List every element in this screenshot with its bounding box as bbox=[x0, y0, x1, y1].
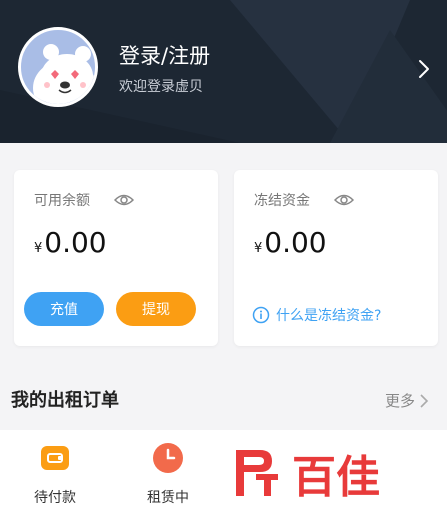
frozen-funds-info-text[interactable]: 什么是冻结资金? bbox=[276, 305, 381, 325]
more-orders-link[interactable]: 更多 bbox=[385, 391, 429, 411]
order-renting-label: 租赁中 bbox=[147, 490, 189, 506]
frozen-funds-card: 冻结资金 ¥0.00 什么是冻结资金? bbox=[234, 170, 438, 346]
avatar[interactable] bbox=[18, 27, 98, 107]
header-decor bbox=[330, 30, 447, 143]
eye-icon[interactable] bbox=[114, 192, 134, 208]
order-pending-payment-label: 待付款 bbox=[34, 490, 76, 506]
welcome-text: 欢迎登录虚贝 bbox=[119, 79, 203, 95]
order-pending-payment[interactable]: 待付款 bbox=[14, 430, 104, 519]
profile-header[interactable]: 登录/注册 欢迎登录虚贝 bbox=[0, 0, 447, 143]
available-balance-card: 可用余额 ¥0.00 充值 提现 bbox=[14, 170, 218, 346]
clock-icon bbox=[153, 443, 183, 473]
baijia-watermark-logo: 百佳 bbox=[236, 450, 380, 503]
frozen-funds-info-link[interactable]: 什么是冻结资金? bbox=[252, 305, 381, 325]
rental-orders-title: 我的出租订单 bbox=[11, 390, 119, 411]
more-label[interactable]: 更多 bbox=[385, 391, 415, 411]
watermark-text: 百佳 bbox=[292, 452, 380, 503]
currency-symbol: ¥ bbox=[254, 241, 263, 256]
chevron-right-icon bbox=[420, 394, 429, 408]
wallet-icon bbox=[41, 446, 69, 470]
chevron-right-icon[interactable] bbox=[414, 57, 434, 81]
order-renting[interactable]: 租赁中 bbox=[127, 430, 217, 519]
frozen-value: 0.00 bbox=[264, 226, 327, 259]
frozen-funds-amount: ¥0.00 bbox=[254, 226, 327, 266]
available-balance-label: 可用余额 bbox=[34, 193, 90, 209]
recharge-button[interactable]: 充值 bbox=[24, 292, 104, 326]
frozen-funds-label: 冻结资金 bbox=[254, 193, 310, 209]
login-register-link[interactable]: 登录/注册 bbox=[119, 43, 210, 69]
withdraw-button[interactable]: 提现 bbox=[116, 292, 196, 326]
balance-value: 0.00 bbox=[44, 226, 107, 259]
currency-symbol: ¥ bbox=[34, 241, 43, 256]
available-balance-amount: ¥0.00 bbox=[34, 226, 107, 266]
info-icon bbox=[252, 306, 270, 324]
eye-icon[interactable] bbox=[334, 192, 354, 208]
